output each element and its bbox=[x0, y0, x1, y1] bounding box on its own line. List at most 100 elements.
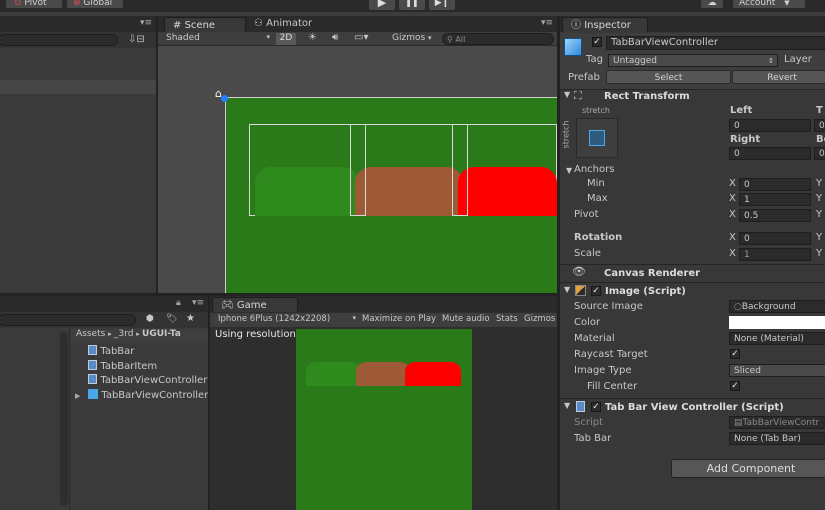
pivot-toggle[interactable]: ⊙ Pivot bbox=[5, 0, 63, 9]
collapse-arrow-icon: ▼ bbox=[564, 285, 571, 294]
game-screen bbox=[296, 329, 472, 510]
collapse-arrow-icon: ▼ bbox=[564, 90, 571, 99]
rect-transform-header[interactable]: ▼ ⛶ Rect Transform bbox=[560, 89, 825, 104]
account-dropdown[interactable]: Account ▼ bbox=[732, 0, 806, 9]
mute-audio-toggle[interactable]: Mute audio bbox=[442, 314, 490, 324]
breadcrumb-item[interactable]: Assets bbox=[76, 329, 105, 339]
list-item[interactable]: ▶ TabBarViewController bbox=[71, 388, 209, 404]
list-item[interactable]: TabBar bbox=[71, 345, 208, 360]
right-label: Right bbox=[730, 134, 761, 145]
game-view[interactable]: Using resolution 197x350 bbox=[210, 327, 557, 510]
tabbar-script-enabled-checkbox[interactable]: ✓ bbox=[591, 402, 601, 412]
tab-inspector-label: Inspector bbox=[584, 20, 631, 31]
image-enabled-checkbox[interactable]: ✓ bbox=[591, 286, 601, 296]
scale-x-field[interactable]: 1 bbox=[739, 248, 811, 261]
search-filter-icon[interactable]: ⇩⊟ bbox=[128, 34, 145, 45]
panel-splitter[interactable] bbox=[208, 296, 210, 510]
expand-arrow-icon[interactable]: ▶ bbox=[75, 392, 85, 400]
tab-animator[interactable]: ⚇ Animator bbox=[254, 18, 312, 29]
anchor-preset-button[interactable] bbox=[576, 118, 618, 158]
panel-splitter[interactable] bbox=[557, 16, 560, 510]
top-field[interactable]: 0 bbox=[814, 119, 825, 132]
game-tab-green bbox=[306, 362, 360, 386]
file-name: TabBarViewController bbox=[101, 389, 209, 401]
list-item[interactable]: TabBarViewController bbox=[71, 374, 208, 389]
panel-splitter[interactable] bbox=[0, 293, 557, 296]
hierarchy-search-input[interactable] bbox=[0, 34, 118, 46]
fill-center-checkbox[interactable]: ✓ bbox=[730, 381, 740, 391]
filter-label-icon[interactable]: 🏷︎ bbox=[166, 314, 177, 324]
image-type-dropdown[interactable]: Sliced bbox=[729, 364, 825, 377]
effects-icon[interactable]: ▭▾ bbox=[354, 32, 368, 43]
left-field[interactable]: 0 bbox=[729, 119, 811, 132]
panel-splitter[interactable] bbox=[156, 16, 158, 294]
pause-button[interactable]: ❚❚ bbox=[398, 0, 426, 11]
gizmos-dropdown[interactable]: Gizmos ▾ bbox=[392, 33, 432, 43]
tabbar-script-header[interactable]: ▼ ✓ Tab Bar View Controller (Script) bbox=[560, 400, 825, 414]
image-script-header[interactable]: ▼ ✓ Image (Script) bbox=[560, 284, 825, 298]
audio-icon[interactable]: 🔊︎ bbox=[332, 32, 338, 43]
project-search-input[interactable] bbox=[0, 314, 136, 326]
panel-menu-icon[interactable]: ▾≡ bbox=[140, 18, 152, 28]
color-swatch[interactable] bbox=[729, 316, 825, 329]
prefab-select-button[interactable]: Select bbox=[606, 70, 731, 84]
source-image-field[interactable]: ◌Background bbox=[729, 300, 825, 313]
bottom-field[interactable]: 0 bbox=[814, 147, 825, 160]
breadcrumb-item[interactable]: UGUI-Ta bbox=[142, 329, 181, 339]
global-toggle[interactable]: ⊕ Global bbox=[66, 0, 124, 9]
prefab-revert-button[interactable]: Revert bbox=[732, 70, 825, 84]
add-component-button[interactable]: Add Component bbox=[671, 459, 825, 478]
lock-icon[interactable]: 🔒︎ bbox=[176, 298, 181, 308]
play-button[interactable]: ▶ bbox=[368, 0, 396, 11]
cloud-button[interactable]: ☁ bbox=[700, 0, 724, 9]
right-field[interactable]: 0 bbox=[729, 147, 811, 160]
rotation-x-field[interactable]: 0 bbox=[739, 232, 811, 245]
x-label: X bbox=[729, 209, 736, 220]
hierarchy-selected-row[interactable] bbox=[0, 80, 156, 94]
hierarchy-panel: ▾≡ ⇩⊟ bbox=[0, 16, 156, 293]
tree-scrollbar[interactable] bbox=[60, 332, 68, 506]
stats-toggle[interactable]: Stats bbox=[496, 314, 518, 324]
material-field[interactable]: None (Material) bbox=[729, 332, 825, 345]
panel-menu-icon[interactable]: ▾≡ bbox=[541, 18, 553, 28]
filter-type-icon[interactable]: ⬢ bbox=[146, 314, 154, 324]
cloud-icon: ☁ bbox=[707, 0, 717, 8]
2d-toggle[interactable]: 2D bbox=[276, 33, 296, 45]
active-checkbox[interactable]: ✓ bbox=[592, 37, 602, 47]
anchor-max-x-field[interactable]: 1 bbox=[739, 193, 811, 206]
project-search-bar: ⬢ 🏷︎ ★ bbox=[0, 312, 208, 328]
bottom-label: Bo bbox=[816, 134, 825, 145]
collapse-arrow-icon[interactable]: ▼ bbox=[566, 166, 572, 175]
step-button[interactable]: ▶❙ bbox=[428, 0, 456, 11]
tab-inspector[interactable]: ⓘ Inspector bbox=[562, 17, 648, 32]
favorite-star-icon[interactable]: ★ bbox=[186, 313, 195, 324]
tab-game[interactable]: 🎮︎ Game bbox=[212, 297, 298, 312]
pivot-label: Pivot bbox=[24, 0, 47, 8]
anchor-point[interactable] bbox=[221, 95, 228, 102]
gizmos-toggle[interactable]: Gizmos bbox=[524, 314, 555, 324]
gameobject-header: ✓ TabBarViewController Tag Untagged ⇕ La… bbox=[560, 33, 825, 89]
tag-dropdown[interactable]: Untagged ⇕ bbox=[608, 54, 778, 67]
tag-label: Tag bbox=[586, 54, 603, 65]
y-label: Y bbox=[816, 209, 823, 220]
list-item[interactable]: TabBarItem bbox=[71, 359, 208, 375]
x-label: X bbox=[729, 178, 736, 189]
tabbar-field[interactable]: None (Tab Bar) bbox=[729, 432, 825, 445]
scene-search-input[interactable]: ⚲ All bbox=[442, 33, 554, 45]
script-value: TabBarViewContr bbox=[742, 418, 820, 428]
object-name-field[interactable]: TabBarViewController bbox=[606, 36, 825, 50]
panel-menu-icon[interactable]: ▾≡ bbox=[192, 298, 204, 308]
global-label: Global bbox=[83, 0, 113, 8]
scene-canvas[interactable]: ⌂ bbox=[158, 47, 557, 297]
maximize-on-play-toggle[interactable]: Maximize on Play bbox=[362, 314, 436, 324]
shading-mode-dropdown[interactable]: Shaded ▾ bbox=[166, 33, 272, 43]
breadcrumb-item[interactable]: _3rd bbox=[114, 329, 133, 339]
canvas-renderer-header[interactable]: 👁︎ Canvas Renderer bbox=[560, 265, 825, 280]
resolution-dropdown[interactable]: Iphone 6Plus (1242x2208) ▾ bbox=[218, 314, 356, 324]
tab-scene[interactable]: # Scene bbox=[164, 17, 246, 32]
raycast-target-checkbox[interactable]: ✓ bbox=[730, 349, 740, 359]
pivot-x-field[interactable]: 0.5 bbox=[739, 209, 811, 222]
lighting-icon[interactable]: ☀ bbox=[308, 32, 317, 43]
anchor-preset-icon bbox=[589, 130, 605, 146]
anchor-min-x-field[interactable]: 0 bbox=[739, 178, 811, 191]
